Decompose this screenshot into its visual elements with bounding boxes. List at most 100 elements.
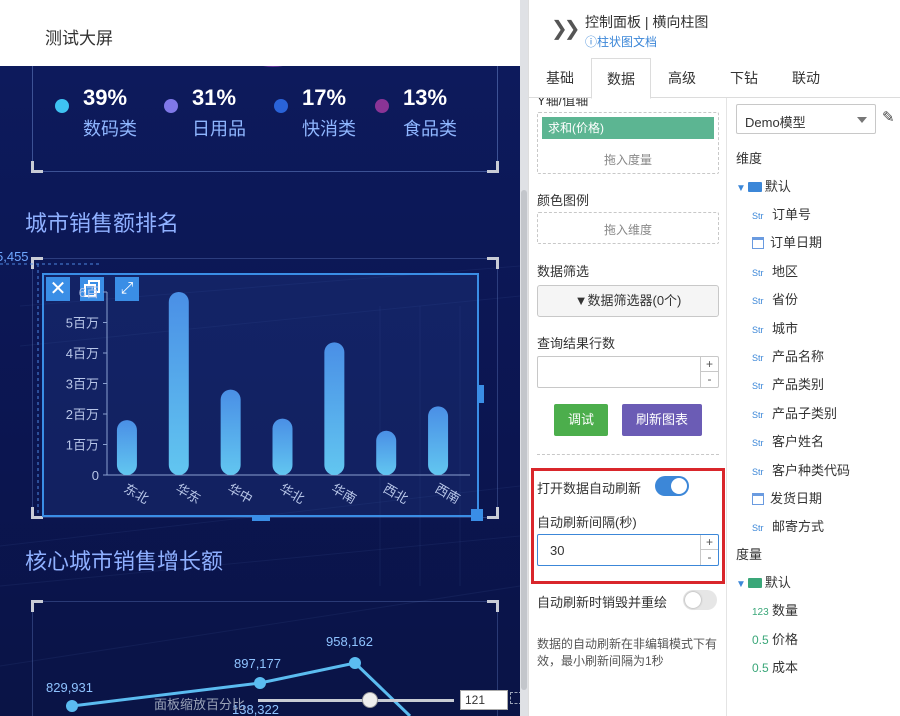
folder-icon [747,578,762,588]
measure-default-folder[interactable]: ▼ 默认 [736,572,791,591]
dimension-field[interactable]: Str 邮寄方式 [752,516,824,535]
tab-basic[interactable]: 基础 [529,58,591,98]
tab-linkage[interactable]: 联动 [775,58,837,98]
control-panel: ❯❯ 控制面板 | 横向柱图 ⓘ柱状图文档 基础 数据 高级 下钻 联动 Y轴/… [528,0,900,716]
dimension-field[interactable]: 发货日期 [752,488,822,507]
string-type-icon: Str [752,466,764,477]
line-label: 897,177 [234,656,281,671]
dimension-default-folder[interactable]: ▼ 默认 [736,176,791,195]
drop-measure-hint: 拖入度量 [603,153,652,167]
line-point [254,677,266,689]
dimension-field[interactable]: Str 订单号 [752,204,811,223]
dimension-field[interactable]: Str 产品子类别 [752,403,837,422]
measure-field[interactable]: 123 数量 [752,600,798,619]
calendar-icon [752,237,764,250]
collapse-panel-icon[interactable]: ❯❯ [551,16,580,41]
dashboard-canvas: 测试大屏 39% 数码类 31% 日用品 17% 快消类 13% 食品类 城市销售额排名 [0,0,528,716]
control-panel-header: ❯❯ 控制面板 | 横向柱图 ⓘ柱状图文档 [529,0,900,58]
divider [537,454,719,455]
auto-refresh-toggle[interactable] [655,476,689,496]
funnel-icon: ▼ [574,293,588,308]
tab-advanced[interactable]: 高级 [651,58,713,98]
y-field-chip[interactable]: 求和(价格) [542,117,714,139]
big-screen: 39%数码类31%日用品17%快消类13%食品类 城市销售额排名 ✕ ⤢ 5,4… [0,66,520,716]
zoom-label: 面板缩放百分比 [154,697,246,712]
rows-input[interactable]: + - [537,356,719,388]
page-title-bar: 测试大屏 [0,10,325,56]
dimension-field[interactable]: Str 客户种类代码 [752,460,850,479]
string-type-icon: Str [752,438,764,449]
refresh-chart-button[interactable]: 刷新图表 [622,404,702,436]
string-type-icon: Str [752,523,764,534]
rows-decrement[interactable]: - [701,372,718,387]
tab-drilldown[interactable]: 下钻 [713,58,775,98]
tab-data[interactable]: 数据 [591,58,651,99]
chevron-down-icon: ▼ [736,579,746,590]
chevron-down-icon [857,117,867,123]
y-axis-label: Y轴/值轴 [537,98,589,108]
measure-title: 度量 [736,547,763,562]
fit-screen-icon[interactable] [510,692,520,704]
line-label: 958,162 [326,634,373,649]
y-axis-dropzone[interactable]: 求和(价格) 拖入度量 [537,112,719,174]
line-chart [66,657,412,716]
doc-link[interactable]: ⓘ柱状图文档 [585,33,657,50]
interval-decrement[interactable]: - [701,550,718,565]
interval-increment[interactable]: + [701,535,718,550]
string-type-icon: Str [752,353,764,363]
calendar-icon [752,493,764,505]
zoom-slider-track[interactable] [258,699,454,702]
page-title: 测试大屏 [45,29,113,48]
panel-tabs: 基础 数据 高级 下钻 联动 [529,58,900,99]
zoom-slider-handle[interactable] [362,692,378,708]
data-filter-button[interactable]: ▼数据筛选器(0个) [537,285,719,317]
canvas-scrollbar[interactable] [520,0,528,716]
debug-button[interactable]: 调试 [554,404,608,436]
data-settings-column: Y轴/值轴 求和(价格) 拖入度量 颜色图例 拖入维度 数据筛选 ▼数据筛选器(… [529,98,727,716]
color-legend-dropzone[interactable]: 拖入维度 [537,212,719,244]
auto-refresh-label: 打开数据自动刷新 [537,481,642,496]
fields-column: Demo模型 ✎ 维度 ▼ 默认 Str 订单号 订单日期 Str 地区 Str 省份 Str 城… [728,98,900,716]
control-panel-title: 控制面板 | 横向柱图 [585,14,709,30]
dimension-field[interactable]: Str 城市 [752,318,798,337]
dimension-field[interactable]: Str 地区 [752,261,798,280]
help-icon: ⓘ [585,35,598,49]
rows-increment[interactable]: + [701,357,718,372]
string-type-icon: Str [752,324,764,335]
zoom-bar: 面板缩放百分比 121 [150,690,520,716]
dimension-field[interactable]: 订单日期 [752,232,822,251]
app-root: 测试大屏 39% 数码类 31% 日用品 17% 快消类 13% 食品类 城市销售额排名 [0,0,900,716]
interval-input[interactable]: 30 + - [537,534,719,566]
number-type-icon: 123 [752,607,769,618]
dimension-title: 维度 [736,151,763,166]
string-type-icon: Str [752,381,764,392]
model-select[interactable]: Demo模型 [736,104,876,134]
number-type-icon: 0.5 [752,661,769,675]
folder-icon [747,182,762,192]
string-type-icon: Str [752,409,764,420]
line-label: 829,931 [46,680,93,695]
string-type-icon: Str [752,296,764,307]
destroy-label: 自动刷新时销毁并重绘 [537,595,668,610]
canvas-scrollbar-thumb[interactable] [521,190,527,690]
auto-refresh-note: 数据的自动刷新在非编辑模式下有效，最小刷新间隔为1秒 [537,637,718,668]
number-type-icon: 0.5 [752,632,769,647]
dimension-field[interactable]: Str 省份 [752,289,798,308]
chevron-down-icon: ▼ [736,183,746,194]
string-type-icon: Str [752,267,764,278]
color-legend-label: 颜色图例 [537,193,590,208]
interval-label: 自动刷新间隔(秒) [537,515,637,530]
dimension-field[interactable]: Str 产品名称 [752,346,824,365]
zoom-value-input[interactable]: 121 [460,690,508,710]
edit-pencil-icon[interactable]: ✎ [882,108,895,126]
string-type-icon: Str [752,211,764,221]
dimension-field[interactable]: Str 产品类别 [752,374,824,393]
drop-dimension-hint: 拖入维度 [603,223,652,237]
line-point [66,700,78,712]
measure-field[interactable]: 0.5 价格 [752,629,798,648]
destroy-toggle[interactable] [683,590,717,610]
dimension-field[interactable]: Str 客户姓名 [752,431,824,450]
line-point [349,657,361,669]
rows-label: 查询结果行数 [537,336,616,351]
measure-field[interactable]: 0.5 成本 [752,657,798,676]
